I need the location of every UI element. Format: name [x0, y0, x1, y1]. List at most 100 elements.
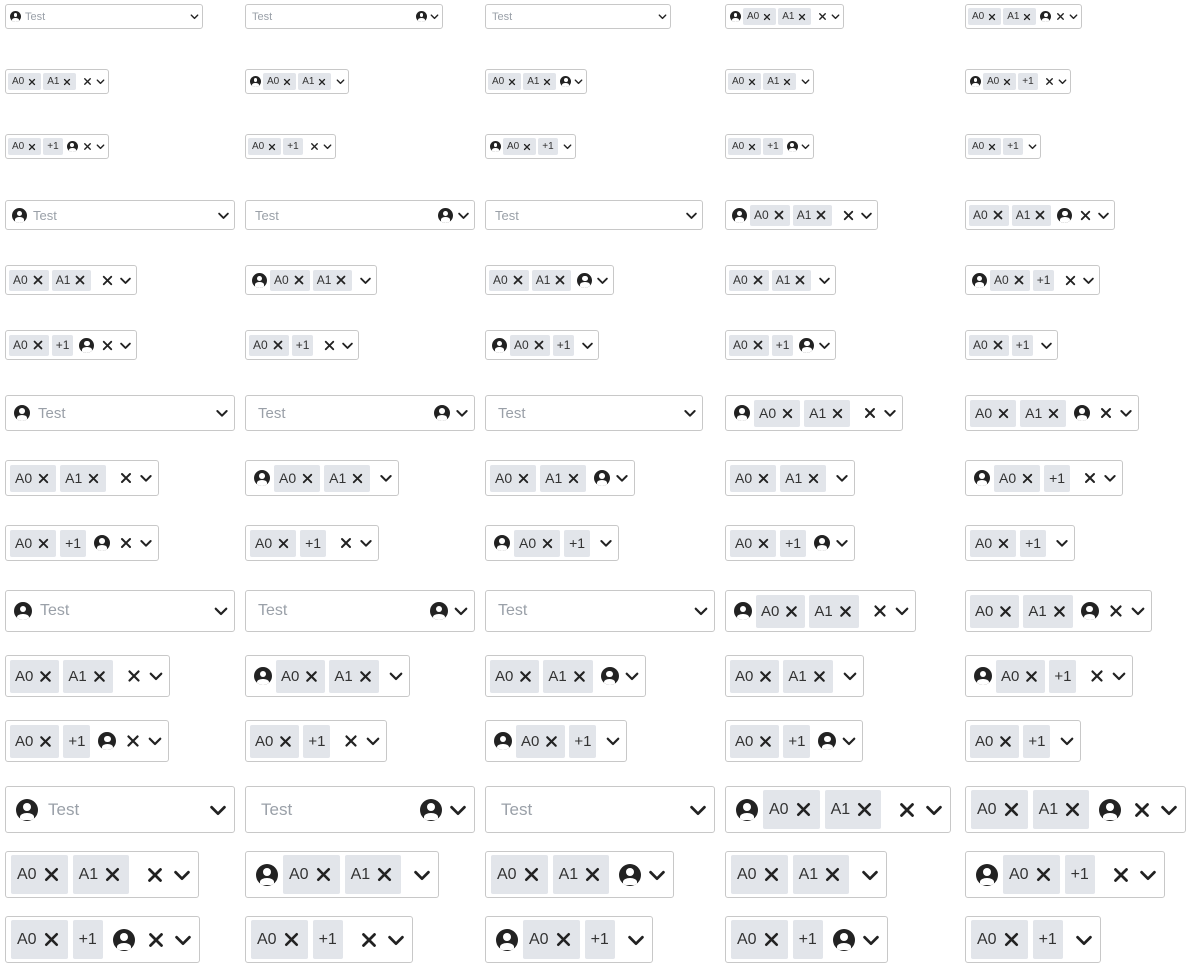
chevron-down-icon[interactable]: [860, 929, 882, 951]
chip-remove-icon[interactable]: [1046, 406, 1061, 421]
selected-chip[interactable]: A1: [531, 269, 572, 291]
selected-chip[interactable]: +1: [538, 138, 558, 155]
multi-select[interactable]: A0 A1: [245, 69, 350, 94]
multi-select[interactable]: A0 +1: [965, 69, 1071, 94]
chevron-down-icon[interactable]: [340, 338, 355, 353]
multi-select[interactable]: A0 A1: [725, 851, 888, 898]
chevron-down-icon[interactable]: [216, 208, 231, 223]
chip-remove-icon[interactable]: [997, 603, 1014, 620]
chevron-down-icon[interactable]: [562, 141, 573, 152]
selected-chip[interactable]: A0: [11, 855, 68, 894]
chevron-down-icon[interactable]: [1054, 535, 1070, 551]
selected-chip[interactable]: A1: [51, 269, 92, 291]
multi-select[interactable]: A0 A1: [725, 200, 879, 230]
chip-remove-icon[interactable]: [837, 603, 854, 620]
chip-remove-icon[interactable]: [553, 273, 567, 287]
selected-chip[interactable]: +1: [771, 334, 794, 356]
chip-remove-icon[interactable]: [1033, 208, 1047, 222]
clear-icon[interactable]: [1098, 405, 1114, 421]
chevron-down-icon[interactable]: [580, 338, 595, 353]
chip-remove-icon[interactable]: [582, 864, 603, 885]
chevron-down-icon[interactable]: [1068, 11, 1079, 22]
selected-chip[interactable]: A0: [491, 855, 548, 894]
chevron-down-icon[interactable]: [364, 732, 382, 750]
chip-remove-icon[interactable]: [543, 733, 560, 750]
chevron-down-icon[interactable]: [800, 141, 811, 152]
chevron-down-icon[interactable]: [138, 535, 154, 551]
selected-chip[interactable]: A1: [1032, 790, 1090, 829]
selected-chip[interactable]: A1: [312, 269, 353, 291]
chip-remove-icon[interactable]: [511, 273, 525, 287]
chevron-down-icon[interactable]: [147, 667, 165, 685]
chip-remove-icon[interactable]: [334, 273, 348, 287]
selected-chip[interactable]: +1: [1018, 73, 1038, 90]
selected-chip[interactable]: A1: [783, 659, 833, 693]
chevron-down-icon[interactable]: [1057, 76, 1068, 87]
chip-remove-icon[interactable]: [1020, 471, 1035, 486]
clear-icon[interactable]: [342, 732, 360, 750]
selected-chip[interactable]: A0: [490, 464, 537, 492]
multi-select[interactable]: A0 +1: [5, 525, 160, 561]
selected-chip[interactable]: A1: [809, 594, 859, 628]
chip-remove-icon[interactable]: [91, 668, 108, 685]
multi-select[interactable]: A0 A1: [485, 265, 615, 295]
chip-remove-icon[interactable]: [62, 77, 72, 87]
selected-chip[interactable]: A1: [552, 855, 610, 894]
selected-chip[interactable]: A0: [274, 464, 321, 492]
selected-chip[interactable]: A1: [329, 659, 379, 693]
multi-select[interactable]: Test: [245, 395, 475, 431]
selected-chip[interactable]: A0: [490, 659, 540, 693]
multi-select[interactable]: A0 A1: [725, 786, 952, 833]
chip-remove-icon[interactable]: [756, 536, 771, 551]
chevron-down-icon[interactable]: [834, 470, 850, 486]
chevron-down-icon[interactable]: [598, 535, 614, 551]
chip-remove-icon[interactable]: [102, 864, 123, 885]
selected-chip[interactable]: A1: [804, 399, 851, 427]
chip-remove-icon[interactable]: [36, 536, 51, 551]
multi-select[interactable]: A0 A1: [245, 460, 400, 496]
clear-icon[interactable]: [1082, 470, 1098, 486]
chip-remove-icon[interactable]: [521, 864, 542, 885]
chevron-down-icon[interactable]: [212, 602, 230, 620]
multi-select[interactable]: Test: [485, 395, 703, 431]
chip-remove-icon[interactable]: [1033, 864, 1054, 885]
chevron-down-icon[interactable]: [214, 405, 230, 421]
selected-chip[interactable]: A0: [8, 138, 42, 155]
selected-chip[interactable]: A1: [43, 73, 77, 90]
clear-icon[interactable]: [124, 732, 142, 750]
chevron-down-icon[interactable]: [146, 732, 164, 750]
chip-remove-icon[interactable]: [271, 338, 285, 352]
chip-remove-icon[interactable]: [1022, 12, 1032, 22]
selected-chip[interactable]: +1: [1011, 334, 1034, 356]
multi-select[interactable]: A0 A1: [725, 265, 837, 295]
selected-chip[interactable]: +1: [780, 529, 807, 557]
selected-chip[interactable]: A1: [540, 464, 587, 492]
selected-chip[interactable]: A1: [523, 73, 557, 90]
multi-select[interactable]: Test: [5, 786, 235, 833]
chevron-down-icon[interactable]: [456, 208, 471, 223]
chip-remove-icon[interactable]: [507, 77, 517, 87]
selected-chip[interactable]: A1: [344, 855, 402, 894]
multi-select[interactable]: A0 +1: [965, 330, 1059, 360]
chip-remove-icon[interactable]: [276, 536, 291, 551]
selected-chip[interactable]: A0: [730, 659, 780, 693]
chevron-down-icon[interactable]: [118, 273, 133, 288]
chevron-down-icon[interactable]: [1081, 273, 1096, 288]
clear-icon[interactable]: [145, 929, 167, 951]
selected-chip[interactable]: A1: [1023, 594, 1073, 628]
selected-chip[interactable]: A0: [8, 73, 42, 90]
selected-chip[interactable]: A0: [9, 269, 49, 291]
multi-select[interactable]: A0 +1: [245, 134, 336, 159]
multi-select[interactable]: Test: [5, 4, 203, 29]
chip-remove-icon[interactable]: [751, 273, 765, 287]
chip-remove-icon[interactable]: [997, 733, 1014, 750]
chip-remove-icon[interactable]: [822, 864, 843, 885]
multi-select[interactable]: A0 A1: [485, 69, 588, 94]
selected-chip[interactable]: A0: [730, 724, 780, 758]
chevron-down-icon[interactable]: [95, 76, 106, 87]
clear-icon[interactable]: [1055, 11, 1066, 22]
multi-select[interactable]: A0 A1: [725, 460, 856, 496]
chip-remove-icon[interactable]: [1023, 668, 1040, 685]
multi-select[interactable]: A0 +1: [485, 720, 628, 762]
chip-remove-icon[interactable]: [522, 142, 532, 152]
